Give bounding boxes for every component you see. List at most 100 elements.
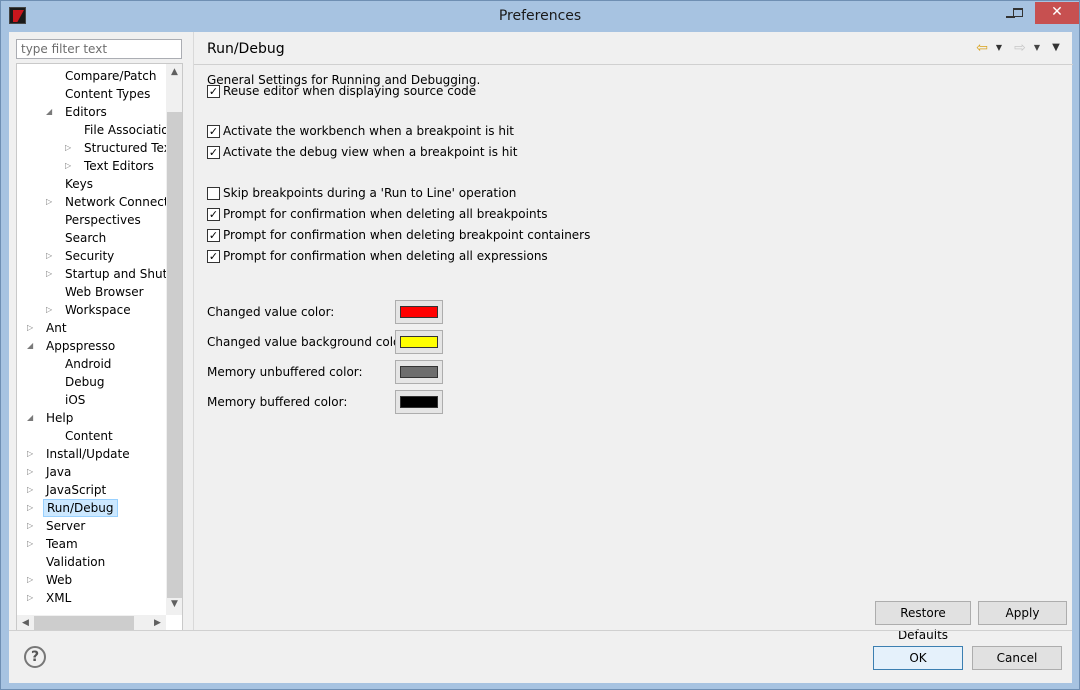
color-picker-button[interactable] [395, 330, 443, 354]
title-bar[interactable]: Preferences ✕ [1, 1, 1079, 32]
back-arrow-icon[interactable]: ⇦ [974, 40, 990, 56]
tree-horizontal-scrollbar[interactable]: ◀ ▶ [17, 615, 166, 630]
back-menu-chevron-icon[interactable]: ▼ [991, 40, 1007, 56]
tree-vertical-scrollbar[interactable]: ▲ ▼ [166, 64, 182, 615]
collapsed-arrow-icon[interactable]: ▷ [27, 445, 37, 463]
checkbox-checked[interactable]: ✓ [207, 125, 220, 138]
expanded-arrow-icon[interactable]: ◢ [46, 103, 56, 121]
color-swatch [400, 396, 438, 408]
tree-item-label: Workspace [65, 303, 131, 317]
apply-button[interactable]: Apply [978, 601, 1067, 625]
tree-item-label: Network Connection [65, 195, 183, 209]
tree-item-label: Web Browser [65, 285, 144, 299]
tree-item-label: Appspresso [46, 339, 116, 353]
page-title: Run/Debug [207, 41, 285, 57]
checkbox-label: Reuse editor when displaying source code [223, 84, 477, 98]
color-picker-button[interactable] [395, 360, 443, 384]
color-setting-label: Changed value background color: [207, 335, 410, 349]
tree-item-label: Android [65, 357, 112, 371]
tree-item-label: Ant [46, 321, 67, 335]
tree-item-label: Java [46, 465, 72, 479]
collapsed-arrow-icon[interactable]: ▷ [27, 571, 37, 589]
color-picker-button[interactable] [395, 390, 443, 414]
checkbox-label: Activate the debug view when a breakpoin… [223, 145, 518, 159]
tree-item-label: JavaScript [46, 483, 107, 497]
checkbox-label: Skip breakpoints during a 'Run to Line' … [223, 186, 517, 200]
checkbox-label: Prompt for confirmation when deleting al… [223, 249, 548, 263]
color-setting-label: Changed value color: [207, 305, 335, 319]
checkbox-label: Prompt for confirmation when deleting al… [223, 207, 548, 221]
help-icon[interactable]: ? [24, 646, 46, 668]
collapsed-arrow-icon[interactable]: ▷ [46, 247, 56, 265]
ok-button[interactable]: OK [873, 646, 963, 670]
collapsed-arrow-icon[interactable]: ▷ [65, 157, 75, 175]
tree-item-label: Server [46, 519, 86, 533]
tree-item-label: Debug [65, 375, 105, 389]
restore-defaults-button[interactable]: Restore Defaults [875, 601, 971, 642]
filter-input[interactable] [16, 39, 182, 59]
tree-item-label: Keys [65, 177, 94, 191]
tree-item-label: Validation [46, 555, 106, 569]
checkbox-label: Prompt for confirmation when deleting br… [223, 228, 591, 242]
footer-divider [9, 630, 1072, 631]
scroll-up-icon[interactable]: ▲ [166, 64, 182, 80]
collapsed-arrow-icon[interactable]: ▷ [65, 139, 75, 157]
collapsed-arrow-icon[interactable]: ▷ [27, 319, 37, 337]
hscroll-thumb[interactable] [34, 616, 134, 630]
tree-item-label: iOS [65, 393, 86, 407]
tree-item-label: Help [46, 411, 74, 425]
header-divider [194, 64, 1073, 65]
checkbox-checked[interactable]: ✓ [207, 208, 220, 221]
tree-item-label: Startup and Shutdov [65, 267, 183, 281]
preference-tree: Compare/Patch Content Types ◢ Editors File A… [16, 63, 183, 631]
maximize-icon [1013, 8, 1023, 17]
close-button[interactable]: ✕ [1035, 2, 1079, 24]
expanded-arrow-icon[interactable]: ◢ [27, 337, 37, 355]
checkbox-checked[interactable]: ✓ [207, 85, 220, 98]
color-swatch [400, 306, 438, 318]
window-title: Preferences [498, 8, 582, 24]
dialog-body: Compare/PatchContent Types◢EditorsFile A… [9, 32, 1073, 683]
tree-item-label: XML [46, 591, 72, 605]
checkbox-checked[interactable]: ✓ [207, 250, 220, 263]
color-setting-label: Memory buffered color: [207, 395, 348, 409]
tree-item-label: Text Editors [84, 159, 154, 173]
collapsed-arrow-icon[interactable]: ▷ [27, 481, 37, 499]
collapsed-arrow-icon[interactable]: ▷ [46, 265, 56, 283]
checkbox-checked[interactable]: ✓ [207, 229, 220, 242]
tree-item-label: Content [65, 429, 113, 443]
scroll-thumb[interactable] [167, 112, 182, 598]
tree-item-label: Run/Debug [43, 499, 118, 517]
color-swatch [400, 366, 438, 378]
tree-item-label: Install/Update [46, 447, 130, 461]
collapsed-arrow-icon[interactable]: ▷ [27, 517, 37, 535]
tree-item-label: Team [46, 537, 78, 551]
forward-menu-chevron-icon[interactable]: ▼ [1029, 40, 1045, 56]
forward-arrow-icon[interactable]: ⇨ [1012, 40, 1028, 56]
tree-item-label: Perspectives [65, 213, 141, 227]
view-menu-icon[interactable]: ▼ [1048, 40, 1064, 56]
color-swatch [400, 336, 438, 348]
color-setting-label: Memory unbuffered color: [207, 365, 363, 379]
collapsed-arrow-icon[interactable]: ▷ [27, 535, 37, 553]
tree-item-label: Content Types [65, 87, 151, 101]
checkbox-checked[interactable]: ✓ [207, 146, 220, 159]
color-picker-button[interactable] [395, 300, 443, 324]
scroll-right-icon[interactable]: ▶ [149, 615, 166, 630]
collapsed-arrow-icon[interactable]: ▷ [46, 301, 56, 319]
preference-page: Run/Debug ⇦ ▼ ⇨ ▼ ▼ General Settings for… [193, 32, 1073, 642]
checkbox-unchecked[interactable] [207, 187, 220, 200]
scroll-down-icon[interactable]: ▼ [166, 596, 182, 612]
collapsed-arrow-icon[interactable]: ▷ [46, 193, 56, 211]
maximize-button[interactable] [1005, 2, 1031, 24]
checkbox-label: Activate the workbench when a breakpoint… [223, 124, 514, 138]
scroll-left-icon[interactable]: ◀ [17, 615, 34, 630]
tree-item-label: Security [65, 249, 115, 263]
collapsed-arrow-icon[interactable]: ▷ [27, 589, 37, 607]
collapsed-arrow-icon[interactable]: ▷ [27, 463, 37, 481]
tree-item-label: Search [65, 231, 107, 245]
collapsed-arrow-icon[interactable]: ▷ [27, 499, 37, 517]
expanded-arrow-icon[interactable]: ◢ [27, 409, 37, 427]
tree-item-label: Editors [65, 105, 107, 119]
cancel-button[interactable]: Cancel [972, 646, 1062, 670]
